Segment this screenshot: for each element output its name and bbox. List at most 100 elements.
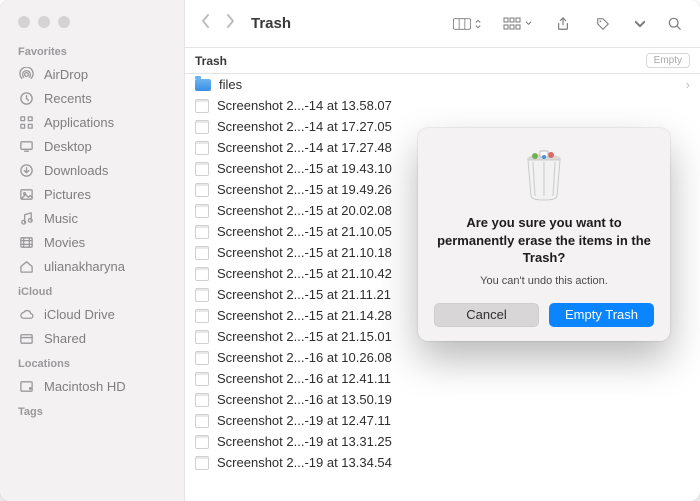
- file-row[interactable]: Screenshot 2...-19 at 12.47.11: [185, 410, 700, 431]
- file-icon: [195, 330, 209, 344]
- file-name: Screenshot 2...-15 at 19.49.26: [217, 182, 392, 197]
- file-name: Screenshot 2...-14 at 17.27.05: [217, 119, 392, 134]
- sidebar-item-recents[interactable]: Recents: [0, 86, 184, 110]
- empty-trash-confirm-button[interactable]: Empty Trash: [549, 303, 654, 327]
- image-icon: [18, 187, 34, 202]
- file-icon: [195, 309, 209, 323]
- file-icon: [195, 120, 209, 134]
- toolbar: Trash: [185, 0, 700, 48]
- sidebar-item-icloud-drive[interactable]: iCloud Drive: [0, 302, 184, 326]
- file-row[interactable]: Screenshot 2...-14 at 13.58.07: [185, 95, 700, 116]
- sidebar-item-airdrop[interactable]: AirDrop: [0, 62, 184, 86]
- sidebar-item-label: Music: [44, 211, 78, 226]
- clock-icon: [18, 91, 34, 106]
- file-icon: [195, 288, 209, 302]
- file-name: Screenshot 2...-16 at 13.50.19: [217, 392, 392, 407]
- file-icon: [195, 141, 209, 155]
- dialog-subtitle: You can't undo this action.: [434, 275, 654, 287]
- sidebar-item-applications[interactable]: Applications: [0, 110, 184, 134]
- file-icon: [195, 435, 209, 449]
- file-icon: [195, 414, 209, 428]
- file-name: Screenshot 2...-16 at 10.26.08: [217, 350, 392, 365]
- sidebar-item-pictures[interactable]: Pictures: [0, 182, 184, 206]
- sidebar-item-label: Shared: [44, 331, 86, 346]
- more-button[interactable]: [628, 16, 652, 32]
- sidebar: Favorites AirDrop Recents Applications Deskt…: [0, 0, 185, 501]
- file-row[interactable]: Screenshot 2...-16 at 10.26.08: [185, 347, 700, 368]
- cancel-button[interactable]: Cancel: [434, 303, 539, 327]
- cloud-icon: [18, 307, 34, 322]
- file-row[interactable]: Screenshot 2...-16 at 12.41.11: [185, 368, 700, 389]
- empty-trash-button[interactable]: Empty: [646, 53, 690, 68]
- sidebar-item-desktop[interactable]: Desktop: [0, 134, 184, 158]
- sidebar-item-label: Pictures: [44, 187, 91, 202]
- zoom-window-button[interactable]: [58, 16, 70, 28]
- sidebar-item-downloads[interactable]: Downloads: [0, 158, 184, 182]
- file-name: Screenshot 2...-19 at 12.47.11: [217, 413, 391, 428]
- sidebar-section-locations: Locations: [0, 350, 184, 374]
- folder-row[interactable]: files›: [185, 74, 700, 95]
- search-button[interactable]: [662, 13, 688, 35]
- dialog-title: Are you sure you want to permanently era…: [434, 214, 654, 267]
- file-name: Screenshot 2...-15 at 19.43.10: [217, 161, 392, 176]
- sidebar-item-label: Applications: [44, 115, 114, 130]
- view-columns-button[interactable]: [447, 13, 487, 35]
- file-name: Screenshot 2...-19 at 13.31.25: [217, 434, 392, 449]
- sidebar-item-label: Movies: [44, 235, 85, 250]
- sidebar-item-ulianakharyna[interactable]: ulianakharyna: [0, 254, 184, 278]
- confirm-empty-trash-dialog: Are you sure you want to permanently era…: [418, 128, 670, 341]
- disk-icon: [18, 379, 34, 394]
- file-name: Screenshot 2...-15 at 21.15.01: [217, 329, 392, 344]
- window-title: Trash: [251, 15, 291, 32]
- file-name: files: [219, 77, 242, 92]
- group-by-button[interactable]: [497, 13, 538, 35]
- file-name: Screenshot 2...-16 at 12.41.11: [217, 371, 391, 386]
- sidebar-section-tags: Tags: [0, 398, 184, 422]
- file-name: Screenshot 2...-15 at 21.14.28: [217, 308, 392, 323]
- file-name: Screenshot 2...-15 at 20.02.08: [217, 203, 392, 218]
- minimize-window-button[interactable]: [38, 16, 50, 28]
- column-title: Trash: [195, 54, 227, 68]
- column-header: Trash Empty: [185, 48, 700, 74]
- file-name: Screenshot 2...-15 at 21.10.18: [217, 245, 392, 260]
- file-name: Screenshot 2...-15 at 21.10.42: [217, 266, 392, 281]
- file-name: Screenshot 2...-15 at 21.10.05: [217, 224, 392, 239]
- file-icon: [195, 246, 209, 260]
- back-button[interactable]: [201, 14, 211, 33]
- sidebar-item-label: iCloud Drive: [44, 307, 115, 322]
- forward-button[interactable]: [225, 14, 235, 33]
- file-icon: [195, 393, 209, 407]
- airdrop-icon: [18, 67, 34, 82]
- tags-button[interactable]: [588, 13, 618, 35]
- file-row[interactable]: Screenshot 2...-16 at 13.50.19: [185, 389, 700, 410]
- desktop-icon: [18, 139, 34, 154]
- sidebar-item-music[interactable]: Music: [0, 206, 184, 230]
- music-icon: [18, 211, 34, 226]
- home-icon: [18, 259, 34, 274]
- sidebar-section-favorites: Favorites: [0, 38, 184, 62]
- sidebar-item-shared[interactable]: Shared: [0, 326, 184, 350]
- file-name: Screenshot 2...-15 at 21.11.21: [217, 287, 391, 302]
- sidebar-item-label: Downloads: [44, 163, 108, 178]
- finder-window: Favorites AirDrop Recents Applications Deskt…: [0, 0, 700, 501]
- file-row[interactable]: Screenshot 2...-19 at 13.34.54: [185, 452, 700, 473]
- file-icon: [195, 372, 209, 386]
- file-icon: [195, 456, 209, 470]
- file-icon: [195, 351, 209, 365]
- share-button[interactable]: [548, 13, 578, 35]
- file-icon: [195, 162, 209, 176]
- sidebar-item-label: AirDrop: [44, 67, 88, 82]
- grid-icon: [18, 115, 34, 130]
- shared-icon: [18, 331, 34, 346]
- window-controls: [0, 0, 184, 38]
- file-row[interactable]: Screenshot 2...-19 at 13.31.25: [185, 431, 700, 452]
- sidebar-item-label: Desktop: [44, 139, 92, 154]
- close-window-button[interactable]: [18, 16, 30, 28]
- sidebar-item-movies[interactable]: Movies: [0, 230, 184, 254]
- trash-full-icon: [520, 146, 568, 202]
- sidebar-item-label: Recents: [44, 91, 92, 106]
- file-name: Screenshot 2...-19 at 13.34.54: [217, 455, 392, 470]
- sidebar-item-macintosh-hd[interactable]: Macintosh HD: [0, 374, 184, 398]
- sidebar-item-label: ulianakharyna: [44, 259, 125, 274]
- movie-icon: [18, 235, 34, 250]
